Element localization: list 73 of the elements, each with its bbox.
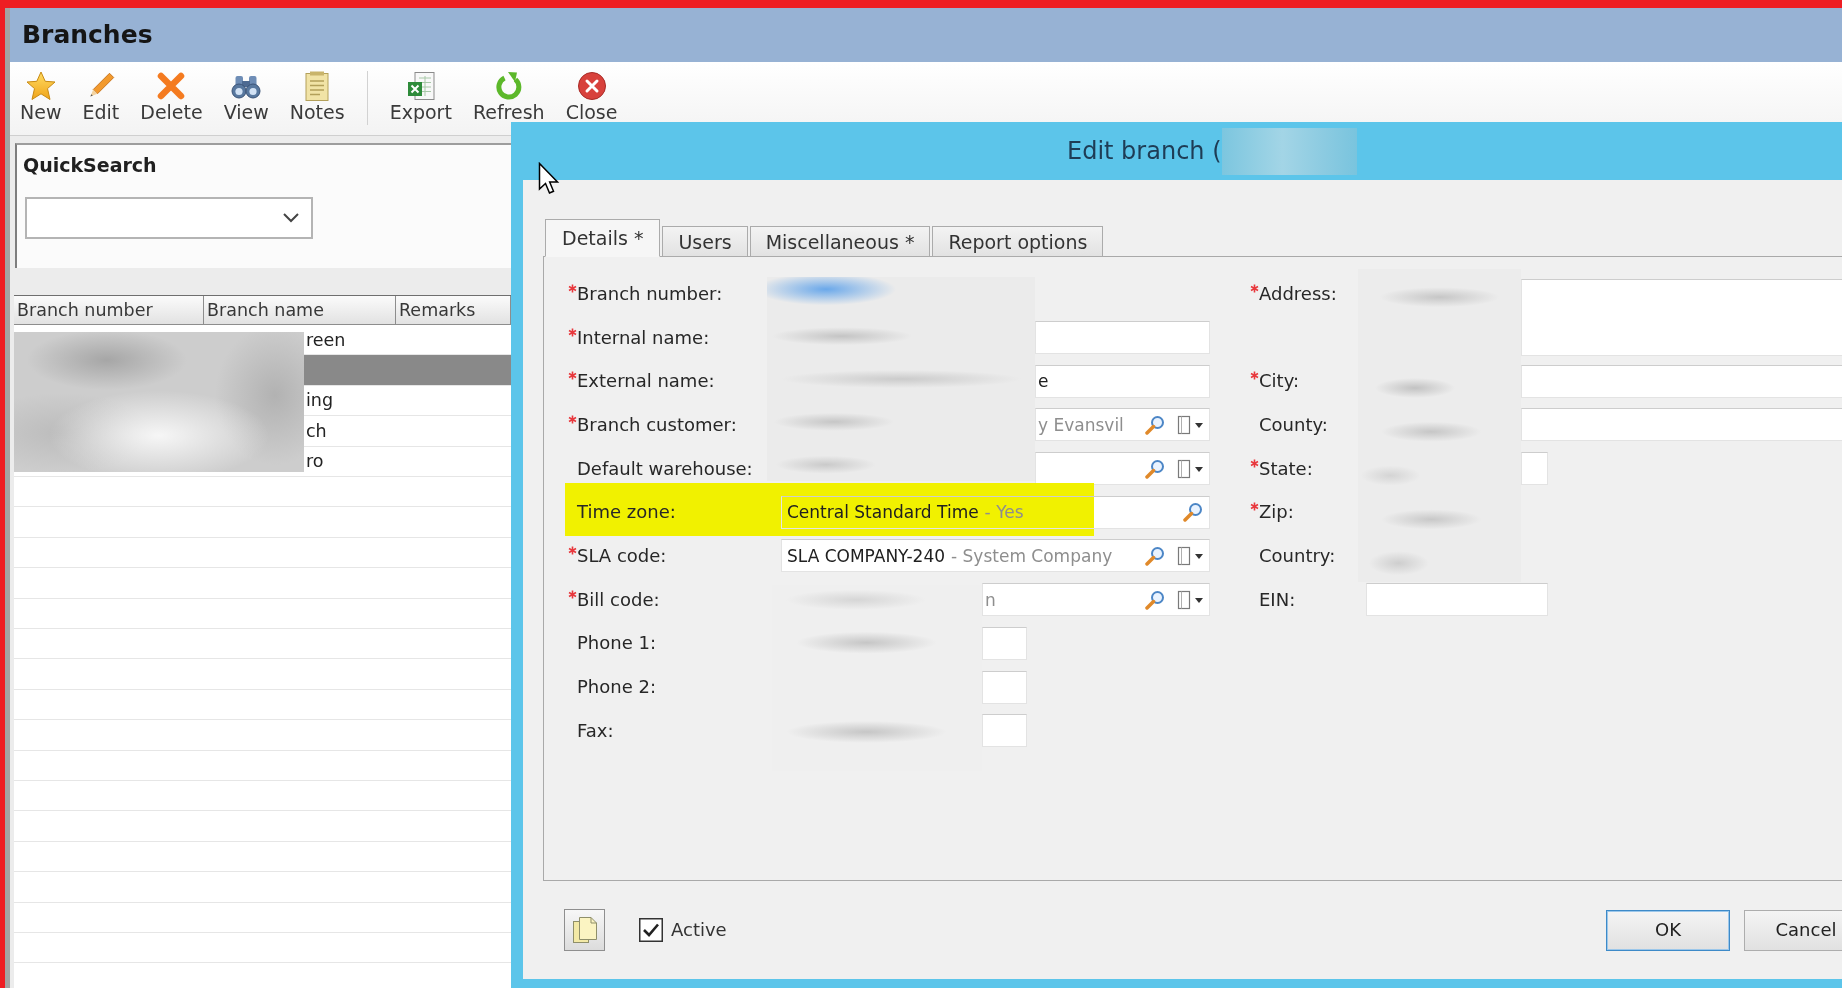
mouse-pointer-icon <box>538 162 560 196</box>
text-field[interactable] <box>1035 321 1210 355</box>
cell-text: ro <box>306 450 324 474</box>
toolbar-button[interactable]: Close <box>565 71 618 122</box>
cross-icon <box>156 71 187 101</box>
search-icon[interactable] <box>1145 589 1165 610</box>
lookup-field[interactable]: SLA COMPANY-240 - System Company <box>781 539 1210 573</box>
field-label: City: <box>1259 370 1300 393</box>
field-label: Address: <box>1259 282 1337 305</box>
toolbar-button[interactable]: Notes <box>289 71 345 122</box>
column-header[interactable]: Branch name <box>204 296 396 325</box>
list-row[interactable] <box>304 355 511 386</box>
field-label: Country: <box>1259 545 1336 567</box>
lookup-field[interactable]: Central Standard Time - Yes <box>781 495 1210 529</box>
toolbar-button[interactable]: Delete <box>140 71 203 122</box>
window-title: Branches <box>22 20 153 50</box>
close-icon <box>576 71 607 101</box>
page-dropdown-icon[interactable] <box>1177 545 1205 566</box>
toolbar-button[interactable]: Export <box>389 71 452 122</box>
column-header[interactable]: Branch number <box>14 296 204 325</box>
cell-text: ch <box>306 419 327 443</box>
checkbox[interactable] <box>639 918 663 942</box>
field-label: State: <box>1259 457 1313 480</box>
text-field[interactable] <box>1521 452 1548 486</box>
checkbox-label[interactable]: Active <box>671 919 727 941</box>
field-label: Zip: <box>1259 501 1294 524</box>
spreadsheet-icon <box>405 71 436 101</box>
star-icon <box>25 71 56 101</box>
toolbar-button[interactable]: View <box>223 71 269 122</box>
text-field[interactable] <box>982 670 1027 704</box>
search-icon[interactable] <box>1145 414 1165 435</box>
page-dropdown-icon[interactable] <box>1177 589 1205 610</box>
search-icon[interactable] <box>1183 502 1203 523</box>
toolbar-button[interactable]: Edit <box>82 71 120 122</box>
tab[interactable]: Miscellaneous * <box>749 226 931 257</box>
group-title: QuickSearch <box>23 153 157 177</box>
toolbar-button[interactable]: New <box>20 71 62 122</box>
document-button[interactable] <box>564 909 605 951</box>
search-icon[interactable] <box>1145 458 1165 479</box>
toolbar-button[interactable]: Refresh <box>472 71 545 122</box>
field-label: SLA code: <box>577 544 667 567</box>
field-label: Internal name: <box>577 326 710 349</box>
field-label: Fax: <box>577 719 614 742</box>
field-label: Phone 1: <box>577 632 656 655</box>
field-label: Time zone: <box>577 501 676 524</box>
field-label: Bill code: <box>577 588 660 611</box>
dialog-button[interactable]: Cancel <box>1744 909 1842 951</box>
lookup-field[interactable] <box>1035 452 1210 486</box>
field-label: EIN: <box>1259 588 1296 611</box>
column-header[interactable]: Remarks <box>396 296 511 325</box>
text-field[interactable] <box>982 714 1027 748</box>
dialog-button[interactable]: OK <box>1606 909 1730 951</box>
page-dropdown-icon[interactable] <box>1177 458 1205 479</box>
page-dropdown-icon[interactable] <box>1177 414 1205 435</box>
field-label: Branch number: <box>577 282 723 305</box>
field-label: Default warehouse: <box>577 457 753 480</box>
cell-text: ing <box>306 389 334 413</box>
dialog-title: Edit branch ( <box>1067 136 1222 166</box>
search-icon[interactable] <box>1145 545 1165 566</box>
field-label: County: <box>1259 413 1328 436</box>
cell-text: reen <box>306 328 346 352</box>
tab[interactable]: Report options <box>932 226 1104 257</box>
text-field[interactable] <box>1366 583 1548 617</box>
text-field[interactable] <box>982 626 1027 660</box>
field-label: Phone 2: <box>577 676 656 699</box>
refresh-icon <box>493 71 524 101</box>
tab[interactable]: Details * <box>545 219 661 257</box>
tab[interactable]: Users <box>662 226 748 257</box>
chevron-down-icon[interactable] <box>283 213 299 223</box>
text-field[interactable]: e <box>1035 364 1210 398</box>
field-label: External name: <box>577 370 715 393</box>
documents-icon <box>571 916 598 944</box>
field-label: Branch customer: <box>577 413 737 436</box>
